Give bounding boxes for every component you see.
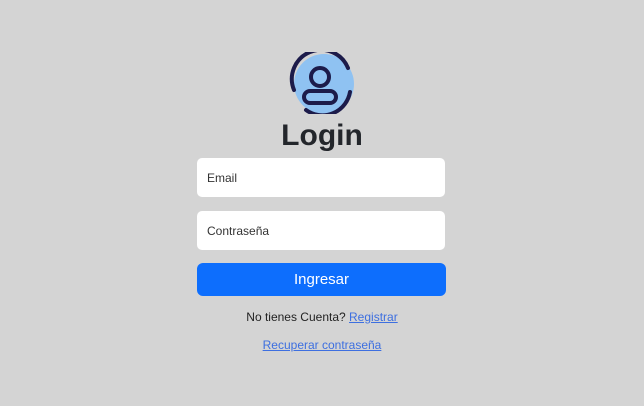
register-link[interactable]: Registrar [349, 310, 398, 324]
password-field[interactable] [197, 211, 445, 250]
recover-prompt: Recuperar contraseña [0, 337, 644, 353]
no-account-text: No tienes Cuenta? [246, 310, 350, 324]
page-title: Login [281, 119, 363, 152]
recover-password-link[interactable]: Recuperar contraseña [263, 338, 382, 352]
user-avatar-icon [286, 47, 360, 118]
register-prompt: No tienes Cuenta? Registrar [0, 309, 644, 325]
email-field[interactable] [197, 158, 445, 197]
login-button[interactable]: Ingresar [197, 263, 446, 296]
